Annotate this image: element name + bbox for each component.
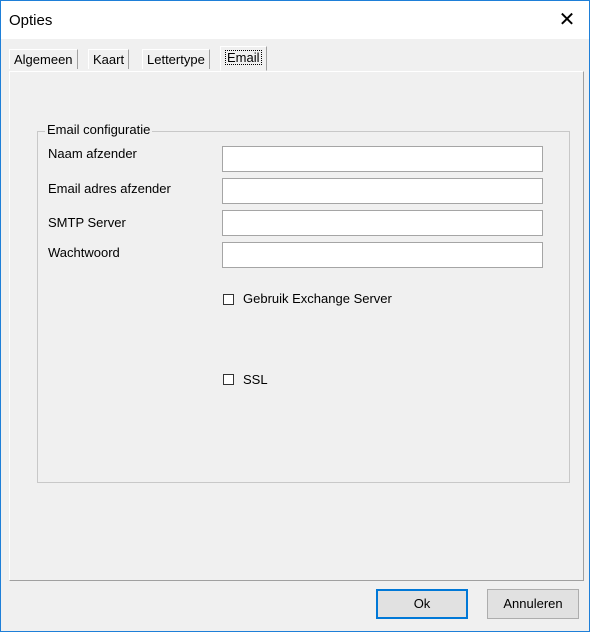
exchange-server-checkbox[interactable] [223, 294, 234, 305]
window-title: Opties [9, 12, 53, 29]
ssl-label[interactable]: SSL [243, 372, 268, 387]
tab-label: Kaart [93, 52, 125, 67]
close-button[interactable]: ✕ [545, 1, 589, 39]
sender-email-input[interactable] [222, 178, 543, 204]
sender-name-label: Naam afzender [48, 146, 137, 161]
smtp-server-label: SMTP Server [48, 215, 126, 230]
tab-email[interactable]: Email [220, 46, 267, 71]
exchange-server-label[interactable]: Gebruik Exchange Server [243, 291, 392, 306]
ok-button[interactable]: Ok [376, 589, 468, 619]
options-dialog: Opties ✕ Algemeen Kaart Lettertype Email… [0, 0, 590, 632]
tab-label: Lettertype [147, 52, 205, 67]
cancel-button[interactable]: Annuleren [487, 589, 579, 619]
email-config-legend: Email configuratie [45, 122, 153, 137]
tab-label: Email [225, 50, 262, 65]
tab-algemeen[interactable]: Algemeen [9, 49, 78, 69]
password-label: Wachtwoord [48, 245, 120, 260]
sender-email-label: Email adres afzender [48, 181, 171, 196]
smtp-server-input[interactable] [222, 210, 543, 236]
sender-name-input[interactable] [222, 146, 543, 172]
tab-lettertype[interactable]: Lettertype [142, 49, 210, 69]
title-bar: Opties ✕ [1, 1, 589, 39]
ssl-checkbox[interactable] [223, 374, 234, 385]
password-input[interactable] [222, 242, 543, 268]
tab-label: Algemeen [14, 52, 73, 67]
close-icon: ✕ [558, 9, 576, 31]
tab-kaart[interactable]: Kaart [88, 49, 130, 69]
